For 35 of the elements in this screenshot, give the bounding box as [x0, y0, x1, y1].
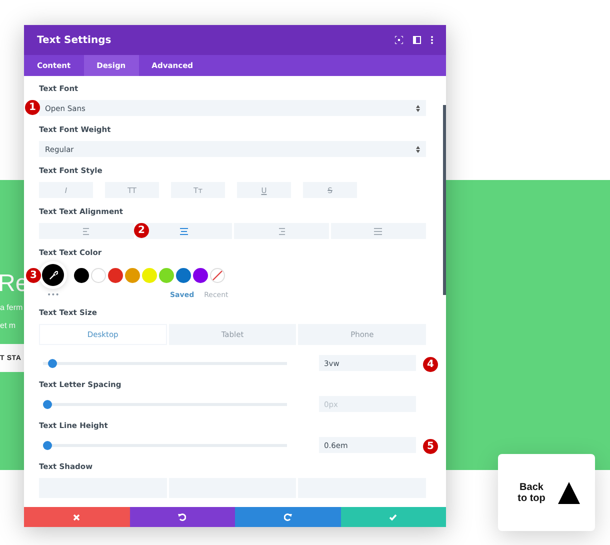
- expand-icon[interactable]: [395, 36, 403, 44]
- align-icon: [277, 228, 286, 234]
- slider-thumb[interactable]: [48, 358, 57, 368]
- color-swatch[interactable]: [108, 268, 123, 282]
- slider-thumb[interactable]: [43, 400, 52, 408]
- step-badge: 1: [25, 100, 40, 115]
- select-arrows-icon: [416, 104, 420, 112]
- color-picker-button[interactable]: [42, 264, 64, 286]
- sidebar-icon[interactable]: [413, 36, 421, 44]
- dialog-title: Text Settings: [37, 34, 112, 46]
- color-swatch[interactable]: [74, 268, 89, 282]
- hero-text: a ferm: [0, 302, 23, 314]
- align-button[interactable]: [136, 223, 232, 239]
- step-badge: 2: [134, 223, 149, 238]
- no-color-swatch-icon[interactable]: [210, 268, 225, 282]
- color-swatch[interactable]: [125, 268, 140, 282]
- step-badge: 3: [26, 268, 41, 283]
- scrollbar[interactable]: [443, 105, 446, 295]
- align-icon: [82, 228, 91, 234]
- color-swatch[interactable]: [193, 268, 208, 282]
- eyedropper-icon: [48, 270, 58, 280]
- undo-icon: [178, 513, 186, 521]
- hero-text: et m: [0, 320, 16, 332]
- up-triangle-icon: [558, 482, 580, 504]
- close-icon: [73, 514, 80, 520]
- back-to-top-button[interactable]: Back to top: [498, 454, 595, 531]
- align-icon: [180, 228, 188, 234]
- step-badge: 5: [423, 439, 438, 454]
- align-icon: [374, 228, 382, 234]
- color-swatch[interactable]: [176, 268, 191, 282]
- redo-icon: [284, 513, 292, 521]
- select-arrows-icon: [416, 146, 420, 152]
- slider-thumb[interactable]: [43, 440, 52, 450]
- step-badge: 4: [423, 357, 438, 372]
- check-icon: [389, 514, 398, 520]
